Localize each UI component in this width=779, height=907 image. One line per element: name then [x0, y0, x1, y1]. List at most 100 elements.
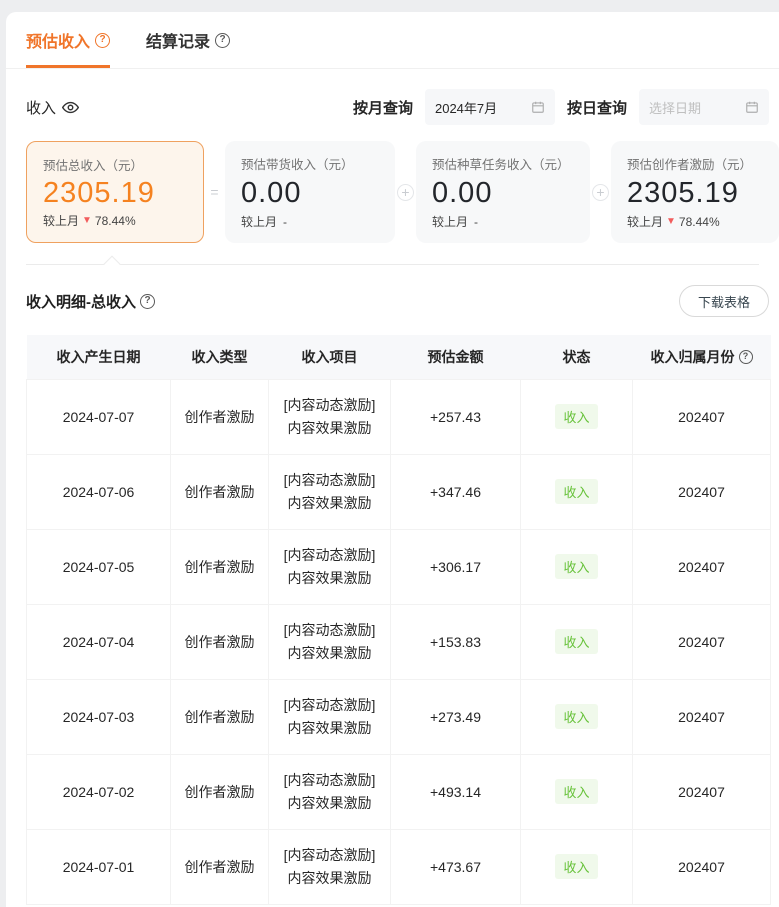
tab-bar: 预估收入 结算记录 [6, 12, 779, 69]
cell-type: 创作者激励 [171, 604, 269, 679]
cell-amount: +493.14 [391, 754, 521, 829]
cell-status: 收入 [521, 829, 633, 904]
filter-row: 收入 按月查询 2024年7月 按日查询 选择日期 [6, 69, 779, 125]
project-line1: [内容动态激励] [269, 844, 390, 866]
status-badge: 收入 [555, 704, 597, 729]
section-divider [26, 264, 759, 265]
cell-type: 创作者激励 [171, 379, 269, 454]
tab-label: 预估收入 [26, 28, 90, 52]
income-table: 收入产生日期 收入类型 收入项目 预估金额 状态 收入归属月份 [26, 335, 771, 905]
cell-amount: +306.17 [391, 529, 521, 604]
month-picker[interactable]: 2024年7月 [425, 89, 555, 125]
status-badge: 收入 [555, 479, 597, 504]
income-text: 收入 [26, 97, 56, 118]
status-badge: 收入 [555, 854, 597, 879]
project-line1: [内容动态激励] [269, 544, 390, 566]
help-icon[interactable] [140, 294, 155, 309]
download-table-button[interactable]: 下载表格 [679, 285, 769, 317]
project-line2: 内容效果激励 [269, 417, 390, 439]
cell-month: 202407 [633, 604, 771, 679]
cell-project: [内容动态激励] 内容效果激励 [269, 379, 391, 454]
cell-date: 2024-07-06 [27, 454, 171, 529]
header-type: 收入类型 [171, 335, 269, 379]
cell-month: 202407 [633, 829, 771, 904]
card-value: 2305.19 [43, 179, 187, 208]
status-badge: 收入 [555, 629, 597, 654]
project-line2: 内容效果激励 [269, 492, 390, 514]
down-arrow-icon: ▼ [82, 215, 92, 226]
card-total-income[interactable]: 预估总收入（元） 2305.19 较上月 ▼ 78.44% [26, 141, 204, 243]
status-badge: 收入 [555, 554, 597, 579]
table-row: 2024-07-05 创作者激励 [内容动态激励] 内容效果激励 +306.17… [27, 529, 771, 604]
tab-estimated-income[interactable]: 预估收入 [26, 28, 110, 68]
cell-date: 2024-07-07 [27, 379, 171, 454]
cell-amount: +473.67 [391, 829, 521, 904]
income-section-label: 收入 [26, 97, 79, 118]
equals-operator: = [204, 141, 225, 243]
header-amount: 预估金额 [391, 335, 521, 379]
calendar-icon [531, 100, 545, 114]
cell-month: 202407 [633, 679, 771, 754]
header-status: 状态 [521, 335, 633, 379]
cell-project: [内容动态激励] 内容效果激励 [269, 604, 391, 679]
header-project: 收入项目 [269, 335, 391, 379]
status-badge: 收入 [555, 404, 597, 429]
card-creator-incentive[interactable]: 预估创作者激励（元） 2305.19 较上月 ▼ 78.44% [611, 141, 779, 243]
project-line2: 内容效果激励 [269, 792, 390, 814]
day-picker-placeholder: 选择日期 [649, 98, 701, 117]
card-seeding-task-income[interactable]: 预估种草任务收入（元） 0.00 较上月 - [416, 141, 590, 243]
cell-amount: +273.49 [391, 679, 521, 754]
detail-section-title: 收入明细-总收入 [26, 291, 155, 312]
down-arrow-icon: ▼ [666, 216, 676, 227]
help-icon[interactable] [215, 33, 230, 48]
card-value: 0.00 [432, 179, 574, 208]
table-row: 2024-07-04 创作者激励 [内容动态激励] 内容效果激励 +153.83… [27, 604, 771, 679]
cell-project: [内容动态激励] 内容效果激励 [269, 679, 391, 754]
card-sales-income[interactable]: 预估带货收入（元） 0.00 较上月 - [225, 141, 395, 243]
page: 预估收入 结算记录 收入 按月查询 2024年7月 [0, 0, 779, 907]
eye-icon[interactable] [62, 99, 79, 116]
income-table-wrap: 收入产生日期 收入类型 收入项目 预估金额 状态 收入归属月份 [26, 335, 770, 905]
income-panel: 预估收入 结算记录 收入 按月查询 2024年7月 [6, 12, 779, 907]
cell-date: 2024-07-05 [27, 529, 171, 604]
project-line1: [内容动态激励] [269, 769, 390, 791]
project-line1: [内容动态激励] [269, 694, 390, 716]
help-icon[interactable] [95, 33, 110, 48]
cell-month: 202407 [633, 379, 771, 454]
project-line2: 内容效果激励 [269, 867, 390, 889]
help-icon[interactable] [739, 350, 753, 364]
plus-operator: + [395, 141, 416, 243]
tab-label: 结算记录 [146, 28, 210, 52]
cell-month: 202407 [633, 754, 771, 829]
summary-cards: 预估总收入（元） 2305.19 较上月 ▼ 78.44% = 预估带货收入（元… [26, 141, 779, 243]
card-compare: 较上月 - [432, 213, 574, 230]
cell-date: 2024-07-03 [27, 679, 171, 754]
tab-settlement-records[interactable]: 结算记录 [146, 28, 230, 68]
table-row: 2024-07-06 创作者激励 [内容动态激励] 内容效果激励 +347.46… [27, 454, 771, 529]
table-header-row: 收入产生日期 收入类型 收入项目 预估金额 状态 收入归属月份 [27, 335, 771, 379]
card-compare: 较上月 ▼ 78.44% [43, 212, 187, 229]
cell-amount: +257.43 [391, 379, 521, 454]
cell-type: 创作者激励 [171, 454, 269, 529]
cell-status: 收入 [521, 379, 633, 454]
day-picker[interactable]: 选择日期 [639, 89, 769, 125]
card-value: 2305.19 [627, 179, 763, 208]
project-line1: [内容动态激励] [269, 469, 390, 491]
plus-operator: + [590, 141, 611, 243]
cell-status: 收入 [521, 604, 633, 679]
cell-type: 创作者激励 [171, 529, 269, 604]
project-line2: 内容效果激励 [269, 642, 390, 664]
header-date: 收入产生日期 [27, 335, 171, 379]
detail-header: 收入明细-总收入 下载表格 [6, 265, 779, 317]
cell-status: 收入 [521, 529, 633, 604]
table-row: 2024-07-03 创作者激励 [内容动态激励] 内容效果激励 +273.49… [27, 679, 771, 754]
month-picker-value: 2024年7月 [435, 98, 497, 117]
project-line2: 内容效果激励 [269, 717, 390, 739]
table-row: 2024-07-07 创作者激励 [内容动态激励] 内容效果激励 +257.43… [27, 379, 771, 454]
cell-amount: +347.46 [391, 454, 521, 529]
status-badge: 收入 [555, 779, 597, 804]
cell-status: 收入 [521, 679, 633, 754]
cell-month: 202407 [633, 529, 771, 604]
project-line2: 内容效果激励 [269, 567, 390, 589]
cell-project: [内容动态激励] 内容效果激励 [269, 529, 391, 604]
